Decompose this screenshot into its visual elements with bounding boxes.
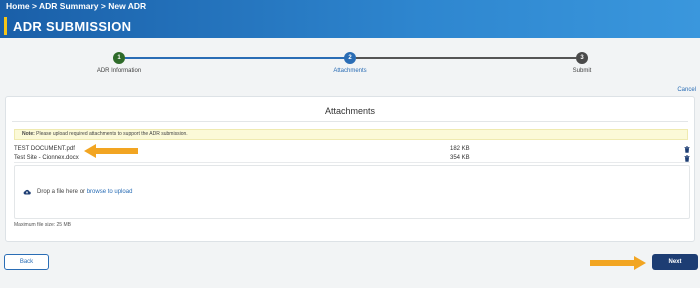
- divider: [12, 121, 688, 122]
- breadcrumb-current: New ADR: [108, 1, 147, 11]
- note-banner: Note: Please upload required attachments…: [14, 129, 688, 140]
- trash-icon[interactable]: [684, 155, 690, 162]
- annotation-arrow-left-icon: [84, 144, 138, 158]
- browse-upload-link[interactable]: browse to upload: [87, 189, 133, 195]
- dropzone-text: Drop a file here or browse to upload: [37, 189, 132, 195]
- max-file-size: Maximum file size: 25 MB: [14, 222, 71, 228]
- note-text: Please upload required attachments to su…: [34, 131, 188, 137]
- next-button[interactable]: Next: [652, 254, 698, 270]
- file-name[interactable]: TEST DOCUMENT.pdf: [14, 145, 75, 154]
- progress-stepper: 1 2 3 ADR Information Attachments Submit: [0, 48, 700, 84]
- page-header: Home > ADR Summary > New ADR ADR SUBMISS…: [0, 0, 700, 38]
- file-dropzone[interactable]: Drop a file here or browse to upload: [14, 165, 690, 219]
- attachments-card: Attachments Note: Please upload required…: [5, 96, 695, 242]
- stepper-line-pending: [356, 57, 576, 59]
- step-3-label: Submit: [572, 68, 592, 74]
- title-bar: ADR SUBMISSION: [0, 15, 131, 37]
- breadcrumb: Home > ADR Summary > New ADR: [6, 1, 146, 11]
- breadcrumb-separator: >: [98, 1, 109, 11]
- cloud-upload-icon: [23, 189, 31, 195]
- dropzone-instruction: Drop a file here or: [37, 189, 87, 195]
- cancel-link[interactable]: Cancel: [677, 87, 696, 93]
- file-name[interactable]: Test Site - Cionnex.docx: [14, 154, 79, 163]
- back-button[interactable]: Back: [4, 254, 49, 270]
- trash-icon[interactable]: [684, 146, 690, 153]
- step-1-circle[interactable]: 1: [113, 52, 125, 64]
- title-accent-bar: [4, 17, 7, 35]
- breadcrumb-separator: >: [29, 1, 39, 11]
- stepper-line-completed: [125, 57, 345, 59]
- breadcrumb-adr-summary[interactable]: ADR Summary: [39, 1, 99, 11]
- page-title: ADR SUBMISSION: [13, 18, 132, 34]
- file-size: 182 KB: [450, 146, 470, 152]
- card-title: Attachments: [324, 106, 376, 116]
- step-3-circle[interactable]: 3: [576, 52, 588, 64]
- annotation-arrow-right-icon: [590, 256, 646, 270]
- step-2-label: Attachments: [333, 68, 367, 74]
- file-size: 354 KB: [450, 155, 470, 161]
- note-label: Note:: [22, 131, 35, 137]
- step-1-label: ADR Information: [96, 68, 142, 74]
- step-2-circle[interactable]: 2: [344, 52, 356, 64]
- breadcrumb-home[interactable]: Home: [6, 1, 30, 11]
